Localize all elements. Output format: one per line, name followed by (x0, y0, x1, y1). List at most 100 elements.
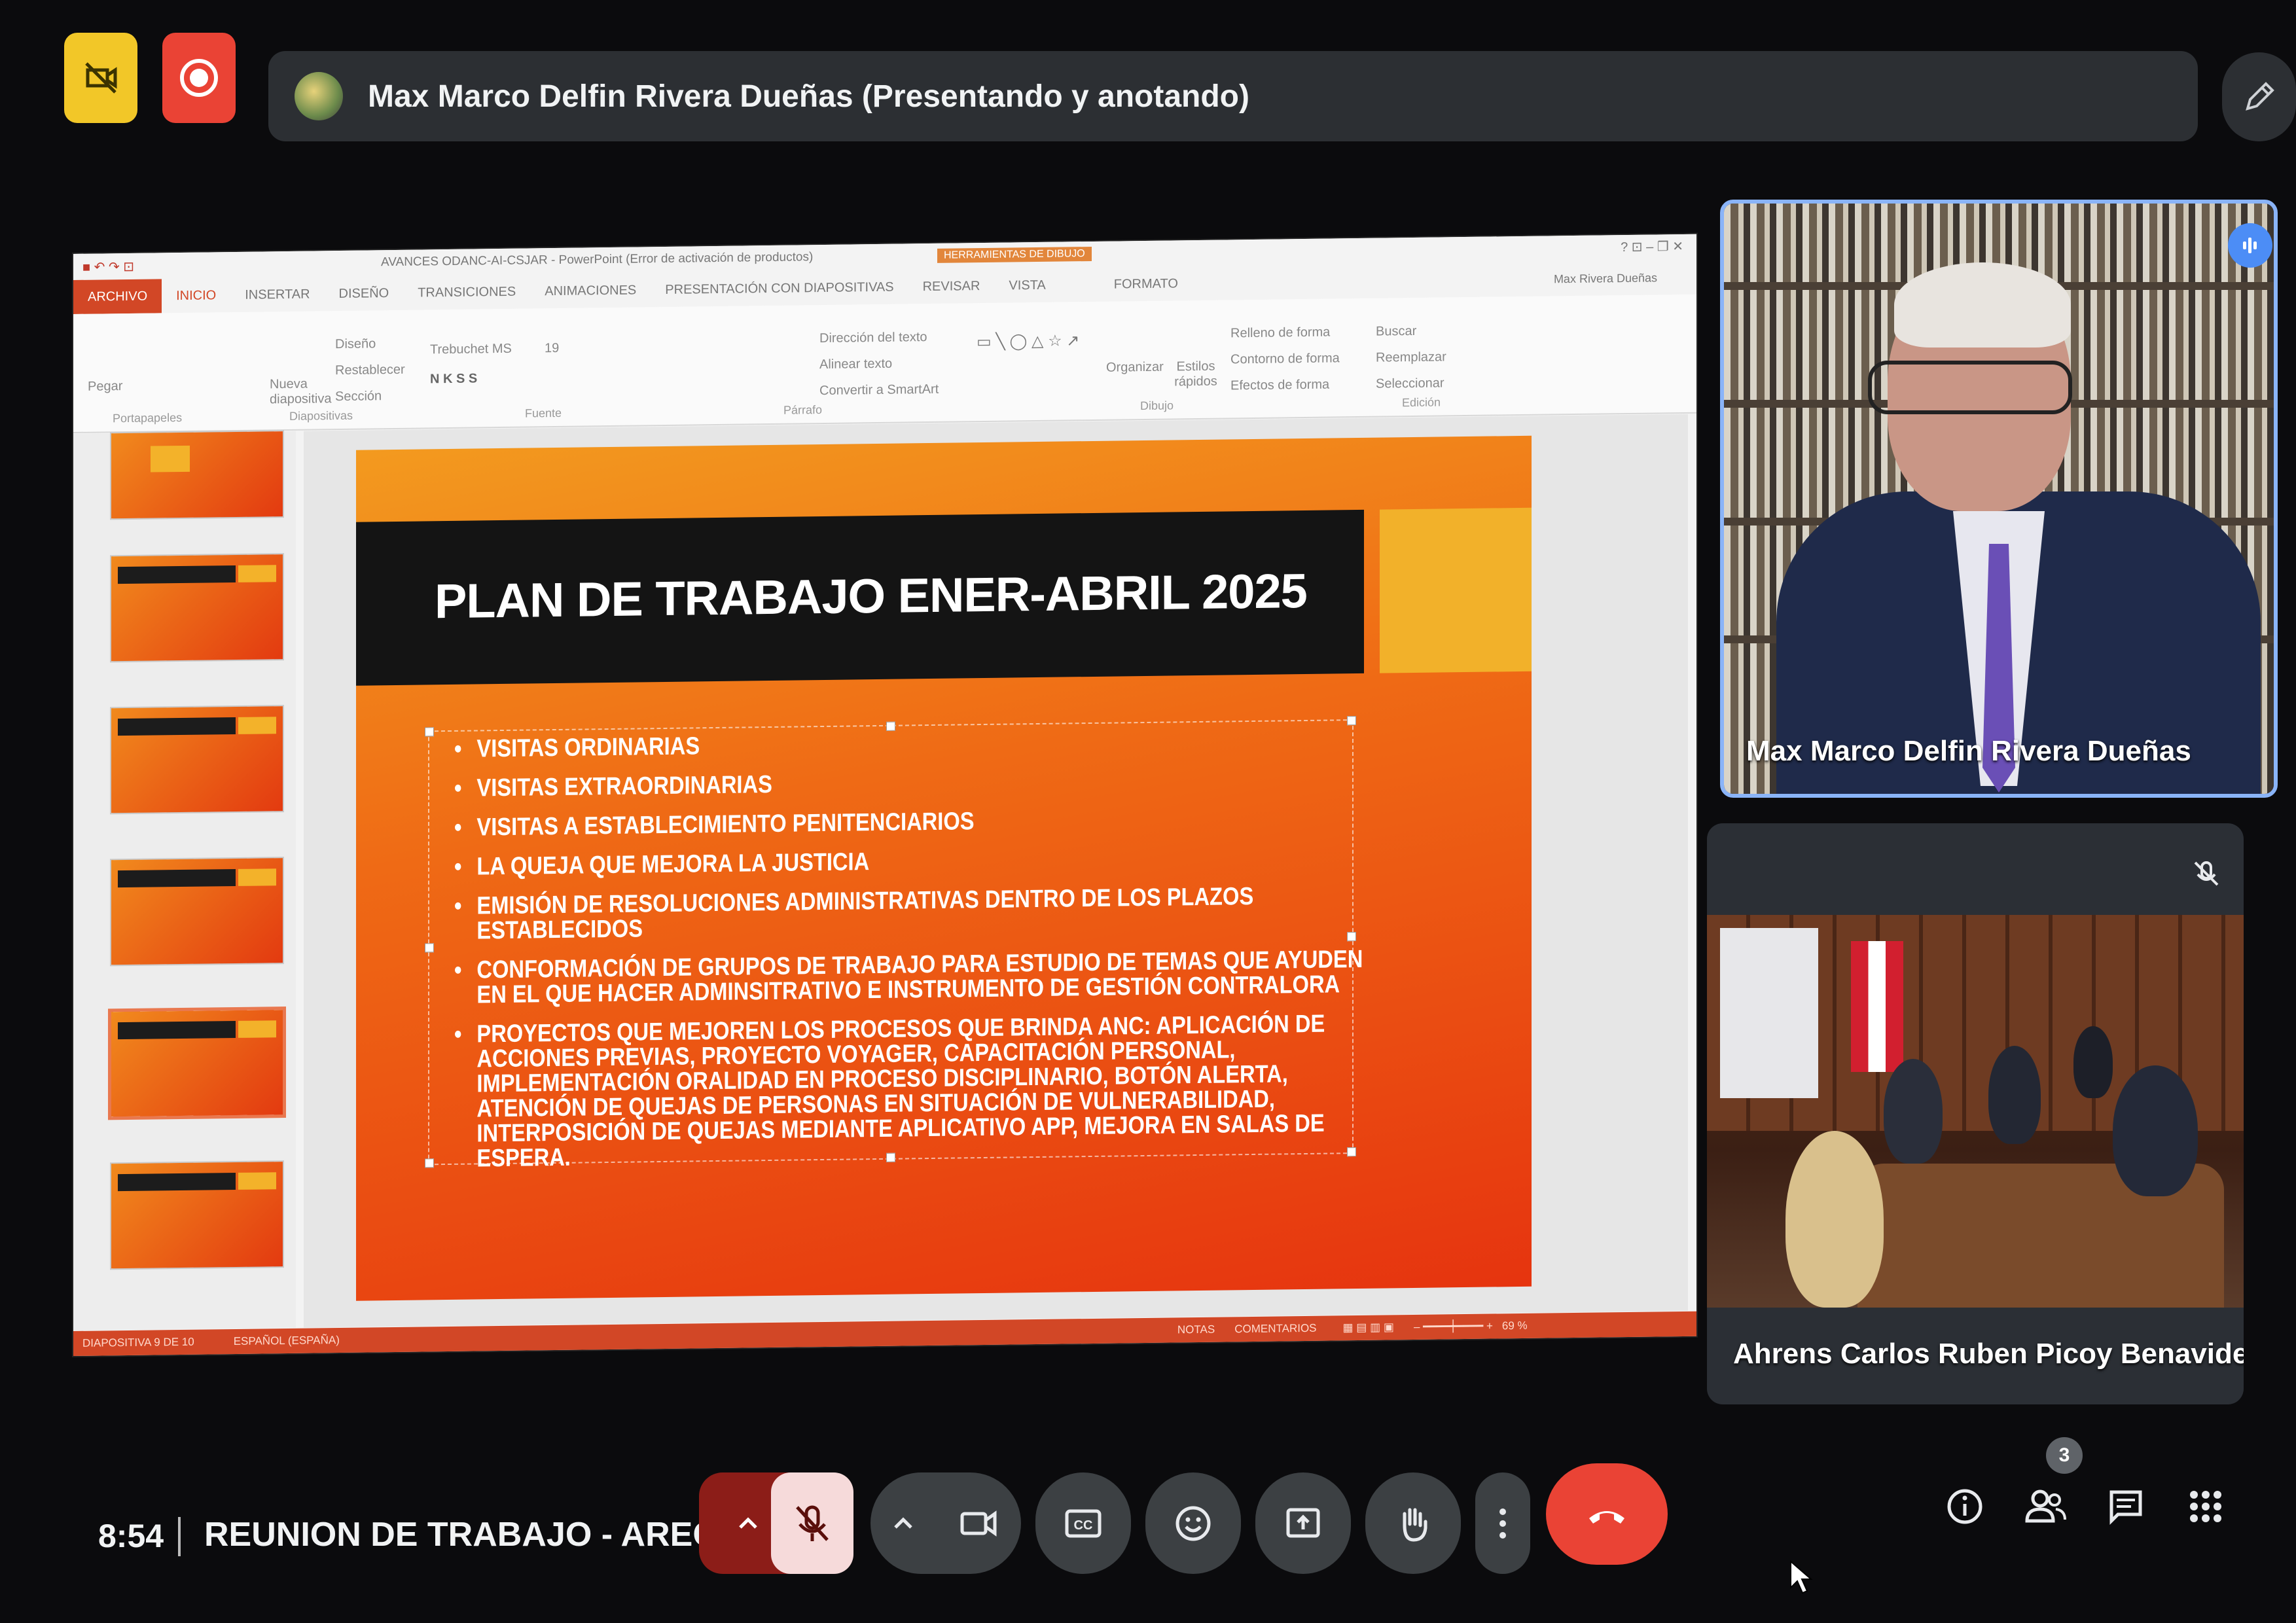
tab-transiciones[interactable]: TRANSICIONES (403, 284, 530, 300)
font-name-select[interactable]: Trebuchet MS (430, 342, 512, 358)
no-camera-icon (85, 62, 117, 94)
find-button[interactable]: Buscar (1376, 324, 1416, 340)
shape-fill-button[interactable]: Relleno de forma (1230, 325, 1330, 342)
ppt-user-name[interactable]: Max Rivera Dueñas (1554, 271, 1657, 286)
pen-icon (2245, 82, 2274, 111)
tab-archivo[interactable]: ARCHIVO (73, 279, 162, 314)
white-flag (1720, 928, 1818, 1098)
replace-button[interactable]: Reemplazar (1376, 349, 1446, 365)
mic-toggle-button[interactable] (771, 1472, 853, 1574)
svg-text:CC: CC (1074, 1518, 1093, 1533)
group-editing-label: Edición (1402, 395, 1441, 410)
tab-presentacion[interactable]: PRESENTACIÓN CON DIAPOSITIVAS (651, 279, 908, 298)
more-options-button[interactable] (1475, 1472, 1530, 1574)
text-direction-button[interactable]: Dirección del texto (819, 330, 927, 346)
tab-vista[interactable]: VISTA (994, 277, 1060, 293)
align-text-button[interactable]: Alinear texto (819, 357, 892, 372)
participant-tile-speaking[interactable]: Max Marco Delfin Rivera Dueñas (1720, 200, 2278, 798)
shape-outline-button[interactable]: Contorno de forma (1230, 351, 1340, 367)
captions-button[interactable]: CC (1035, 1472, 1131, 1574)
bullet-item: VISITAS EXTRAORDINARIAS (454, 764, 1389, 802)
shape-effects-button[interactable]: Efectos de forma (1230, 378, 1329, 394)
presenter-banner: Max Marco Delfin Rivera Dueñas (Presenta… (268, 51, 2198, 141)
peru-flag (1851, 941, 1903, 1072)
window-controls[interactable]: ? ⊡ – ❐ ✕ (1621, 238, 1683, 255)
select-button[interactable]: Seleccionar (1376, 376, 1444, 391)
notes-button[interactable]: NOTAS (1177, 1323, 1215, 1337)
slide-bullet-list: VISITAS ORDINARIAS VISITAS EXTRAORDINARI… (454, 726, 1371, 1186)
tab-insertar[interactable]: INSERTAR (230, 287, 324, 303)
chevron-up-icon (894, 1516, 912, 1529)
disable-camera-button[interactable] (64, 33, 137, 123)
slide-thumbnail[interactable] (111, 706, 283, 813)
slide-thumbnail-selected[interactable] (111, 1010, 283, 1117)
resize-handle[interactable] (425, 727, 434, 737)
resize-handle[interactable] (425, 1158, 434, 1168)
ppt-quick-access-icons: ■ ↶ ↷ ⊡ (82, 259, 135, 275)
person (1884, 1059, 1943, 1164)
layout-button[interactable]: Diseño (335, 336, 376, 352)
new-slide-button[interactable]: Nueva diapositiva (270, 376, 332, 407)
comments-button[interactable]: COMENTARIOS (1234, 1322, 1316, 1336)
raise-hand-button[interactable] (1365, 1472, 1461, 1574)
people-icon (2025, 1489, 2066, 1523)
participant-tile[interactable]: Ahrens Carlos Ruben Picoy Benavides (1707, 823, 2244, 1404)
tab-inicio[interactable]: INICIO (162, 288, 230, 304)
participant-count-badge: 3 (2046, 1437, 2083, 1474)
reset-button[interactable]: Restablecer (335, 363, 405, 378)
language-status[interactable]: ESPAÑOL (ESPAÑA) (234, 1334, 340, 1348)
tab-diseno[interactable]: DISEÑO (325, 285, 404, 301)
tab-revisar[interactable]: REVISAR (908, 278, 995, 294)
shapes-gallery[interactable]: ▭ ╲ ◯ △ ☆ ↗ (977, 331, 1079, 351)
tab-animaciones[interactable]: ANIMACIONES (530, 283, 651, 299)
resize-handle[interactable] (425, 943, 434, 953)
info-icon (1947, 1489, 1982, 1524)
section-button[interactable]: Sección (335, 389, 382, 404)
reactions-button[interactable] (1145, 1472, 1241, 1574)
group-paragraph-label: Párrafo (783, 403, 823, 417)
group-slides-label: Diapositivas (289, 408, 353, 423)
slide-thumbnail[interactable] (111, 431, 283, 519)
chevron-up-icon (739, 1516, 757, 1529)
leave-call-button[interactable] (1546, 1463, 1668, 1565)
current-time: 8:54 (98, 1518, 164, 1554)
font-format-buttons[interactable]: N K S S (430, 371, 477, 387)
resize-handle[interactable] (1347, 716, 1356, 726)
people-button[interactable] (2020, 1480, 2072, 1533)
activities-button[interactable] (2179, 1480, 2232, 1533)
participant-name: Max Marco Delfin Rivera Dueñas (1746, 735, 2191, 767)
slide-thumbnail[interactable] (111, 1162, 283, 1269)
zoom-slider[interactable]: – ━━━━┿━━━━ + (1414, 1320, 1493, 1334)
slide-editing-area: PLAN DE TRABAJO ENER-ABRIL 2025 VISITAS … (304, 414, 1688, 1328)
slide-thumbnail[interactable] (111, 858, 283, 965)
camera-options-button[interactable] (870, 1472, 1021, 1574)
font-size-select[interactable]: 19 (545, 341, 559, 356)
ppt-tools-label: HERRAMIENTAS DE DIBUJO (937, 246, 1092, 263)
slide-thumbnail[interactable] (111, 554, 283, 662)
resize-handle[interactable] (886, 721, 895, 731)
present-screen-button[interactable] (1255, 1472, 1351, 1574)
group-font-label: Fuente (525, 406, 562, 420)
hand-icon (1403, 1508, 1427, 1542)
view-buttons[interactable]: ▦ ▤ ▥ ▣ (1343, 1321, 1394, 1334)
record-button[interactable] (162, 33, 236, 123)
closed-captions-icon: CC (1065, 1509, 1102, 1537)
bullet-item: EMISIÓN DE RESOLUCIONES ADMINISTRATIVAS … (454, 882, 1389, 945)
convert-smartart-button[interactable]: Convertir a SmartArt (819, 382, 939, 399)
organize-button[interactable]: Organizar (1106, 360, 1164, 376)
meeting-info-button[interactable] (1939, 1480, 1991, 1533)
meeting-title: REUNION DE TRABAJO - AREQUI... (204, 1516, 782, 1554)
paste-button[interactable]: Pegar (88, 379, 122, 395)
zoom-level[interactable]: 69 % (1502, 1319, 1528, 1332)
bullet-item: VISITAS A ESTABLECIMIENTO PENITENCIARIOS (454, 804, 1389, 841)
glasses (1868, 361, 2072, 414)
record-icon (180, 59, 218, 97)
bullet-item: LA QUEJA QUE MEJORA LA JUSTICIA (454, 843, 1389, 880)
chat-button[interactable] (2100, 1480, 2152, 1533)
hair (1894, 262, 2071, 348)
annotate-button[interactable] (2222, 52, 2296, 141)
tab-formato[interactable]: FORMATO (1100, 276, 1193, 293)
speaking-indicator-icon (2228, 223, 2272, 268)
quick-styles-button[interactable]: Estilos rápidos (1173, 359, 1219, 390)
slide-thumbnails-panel (73, 431, 296, 1330)
